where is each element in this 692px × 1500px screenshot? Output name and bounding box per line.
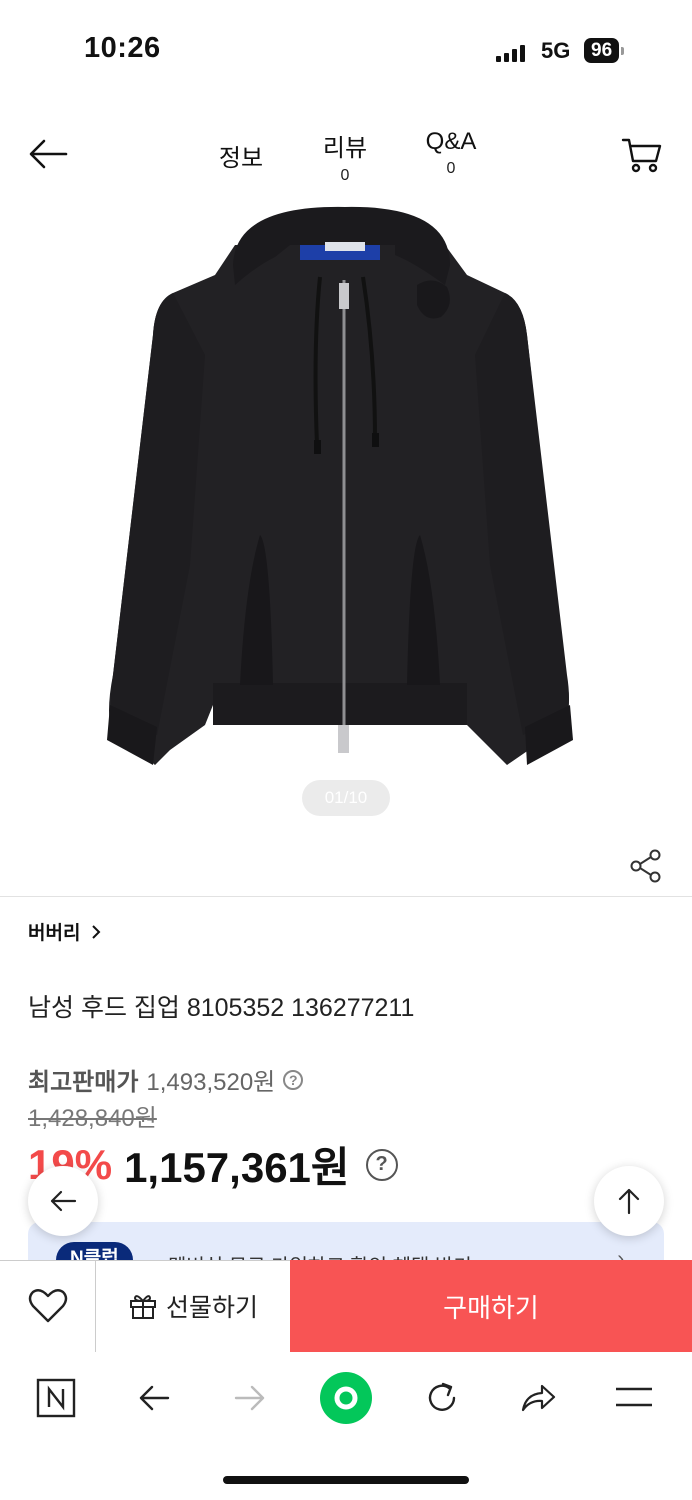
- product-image[interactable]: [95, 205, 585, 775]
- share-page-button[interactable]: [510, 1370, 566, 1426]
- heart-icon: [28, 1289, 67, 1323]
- brand-link[interactable]: 버버리: [28, 918, 102, 945]
- tab-qna-label: Q&A: [425, 128, 477, 155]
- buy-button[interactable]: 구매하기: [290, 1260, 692, 1352]
- green-dot-button[interactable]: [318, 1370, 374, 1426]
- refresh-button[interactable]: [414, 1370, 470, 1426]
- brand-name: 버버리: [28, 923, 81, 944]
- original-price: 1,428,840원: [28, 1105, 157, 1132]
- browser-forward-button[interactable]: [222, 1370, 278, 1426]
- max-price-row: 최고판매가 1,493,520원 ?: [28, 1062, 304, 1097]
- tab-reviews-label: 리뷰: [322, 135, 368, 162]
- arrow-left-icon: [50, 1190, 77, 1212]
- browser-back-button[interactable]: [126, 1370, 182, 1426]
- battery-icon: 96: [584, 38, 625, 63]
- naver-n-icon: [36, 1378, 76, 1418]
- like-button[interactable]: [0, 1260, 96, 1352]
- naver-home-button[interactable]: [28, 1370, 84, 1426]
- scroll-top-button[interactable]: [594, 1166, 664, 1236]
- sale-price: 1,157,361원: [124, 1144, 350, 1191]
- arrow-up-icon: [618, 1188, 640, 1215]
- cart-button[interactable]: [620, 134, 664, 176]
- arrow-right-icon: [234, 1385, 265, 1411]
- tab-info[interactable]: 정보: [206, 138, 276, 173]
- help-icon[interactable]: ?: [283, 1069, 304, 1090]
- section-divider: [0, 896, 692, 897]
- product-title: 남성 후드 집업 8105352 136277211: [28, 994, 415, 1022]
- menu-button[interactable]: [606, 1370, 662, 1426]
- tab-qna-count: 0: [446, 160, 456, 177]
- tab-reviews-count: 0: [340, 167, 350, 184]
- share-button[interactable]: [628, 848, 664, 884]
- gift-label: 선물하기: [165, 1294, 258, 1322]
- cart-icon: [621, 138, 662, 173]
- arrow-left-icon: [139, 1385, 170, 1411]
- share-icon: [630, 849, 661, 883]
- arrow-left-icon: [29, 139, 68, 169]
- max-price-value: 1,493,520원: [146, 1069, 276, 1096]
- price-help-icon[interactable]: ?: [365, 1148, 398, 1181]
- gallery-pager: 01/10: [302, 780, 390, 816]
- home-indicator: [223, 1476, 469, 1484]
- refresh-icon: [428, 1382, 456, 1411]
- battery-level: 96: [584, 38, 620, 63]
- chevron-right-icon: [92, 924, 101, 939]
- network-type: 5G: [541, 38, 571, 63]
- share-arrow-icon: [521, 1384, 556, 1412]
- floating-back-button[interactable]: [28, 1166, 98, 1236]
- gift-icon: [129, 1295, 156, 1319]
- back-button[interactable]: [26, 132, 70, 176]
- signal-icon: [496, 44, 525, 62]
- green-dot-icon: [320, 1372, 372, 1424]
- tab-info-label: 정보: [218, 145, 264, 172]
- status-time: 10:26: [84, 32, 161, 64]
- hamburger-menu-icon: [616, 1387, 652, 1407]
- tab-reviews[interactable]: 리뷰 0: [310, 128, 380, 185]
- gift-button[interactable]: 선물하기: [96, 1260, 290, 1352]
- tab-qna[interactable]: Q&A 0: [411, 128, 491, 178]
- max-price-label: 최고판매가: [28, 1069, 139, 1096]
